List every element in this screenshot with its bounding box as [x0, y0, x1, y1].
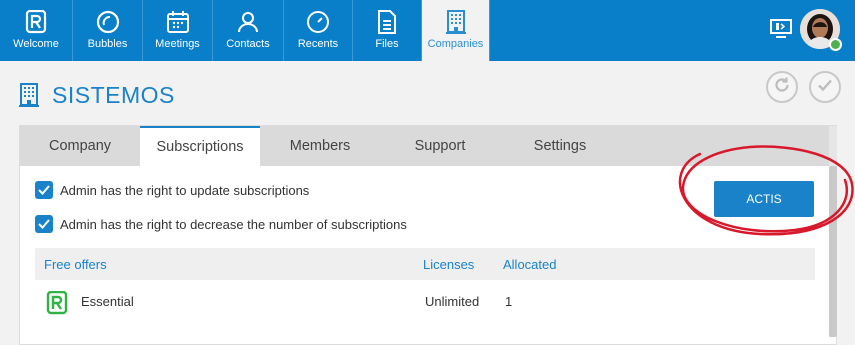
tab-bar: Company Subscriptions Members Support Se…: [20, 126, 836, 166]
nav-welcome[interactable]: Welcome: [0, 0, 73, 61]
decrease-subscriptions-checkbox[interactable]: [35, 215, 53, 233]
building-icon: [443, 9, 469, 35]
tab-company[interactable]: Company: [20, 126, 140, 166]
refresh-button[interactable]: [766, 71, 798, 103]
col-allocated: Allocated: [503, 257, 557, 272]
table-row: Essential Unlimited 1: [35, 284, 815, 318]
update-subscriptions-option: Admin has the right to update subscripti…: [35, 181, 309, 199]
decrease-subscriptions-option: Admin has the right to decrease the numb…: [35, 215, 407, 233]
person-icon: [235, 9, 261, 35]
nav-label: Recents: [297, 38, 339, 50]
checkbox-label: Admin has the right to update subscripti…: [60, 182, 310, 198]
nav-files[interactable]: Files: [353, 0, 422, 61]
nav-label: Meetings: [155, 38, 200, 50]
confirm-button[interactable]: [809, 71, 841, 103]
nav-label: Bubbles: [87, 38, 128, 50]
file-icon: [374, 9, 400, 35]
rainbow-logo-icon: [46, 290, 68, 318]
calendar-icon: [165, 9, 191, 35]
col-free-offers: Free offers: [44, 257, 107, 272]
main-nav: Welcome Bubbles Meetings Contacts Recent…: [0, 0, 490, 61]
tab-support[interactable]: Support: [380, 126, 500, 166]
nav-label: Welcome: [13, 38, 59, 50]
nav-companies[interactable]: Companies: [422, 0, 490, 61]
tab-subscriptions[interactable]: Subscriptions: [140, 126, 260, 166]
nav-contacts[interactable]: Contacts: [213, 0, 284, 61]
nav-meetings[interactable]: Meetings: [143, 0, 213, 61]
tab-members[interactable]: Members: [260, 126, 380, 166]
refresh-icon: [773, 76, 791, 99]
actis-button[interactable]: ACTIS: [714, 181, 814, 217]
tab-settings[interactable]: Settings: [500, 126, 620, 166]
clock-icon: [305, 9, 331, 35]
col-licenses: Licenses: [423, 257, 475, 272]
licenses-value: Unlimited: [425, 294, 480, 309]
bubble-icon: [95, 9, 121, 35]
page-title: SISTEMOS: [52, 81, 175, 108]
allocated-value: 1: [505, 294, 513, 309]
company-panel: Company Subscriptions Members Support Se…: [19, 125, 837, 345]
building-icon: [19, 83, 39, 107]
check-icon: [816, 76, 834, 99]
screen-share-icon[interactable]: [770, 19, 792, 39]
nav-recents[interactable]: Recents: [284, 0, 353, 61]
nav-bubbles[interactable]: Bubbles: [73, 0, 143, 61]
checkbox-label: Admin has the right to decrease the numb…: [60, 216, 407, 232]
top-navigation-bar: Welcome Bubbles Meetings Contacts Recent…: [0, 0, 855, 61]
rainbow-logo-icon: [23, 9, 49, 35]
presence-status-indicator: [829, 38, 842, 51]
subscriptions-table-header: Free offers Licenses Allocated: [35, 248, 815, 280]
nav-label: Files: [375, 38, 399, 50]
offer-name: Essential: [81, 294, 134, 309]
nav-label: Companies: [427, 38, 484, 50]
page-header: SISTEMOS: [19, 80, 175, 110]
scrollbar-thumb[interactable]: [829, 166, 837, 337]
nav-label: Contacts: [226, 38, 270, 50]
update-subscriptions-checkbox[interactable]: [35, 181, 53, 199]
